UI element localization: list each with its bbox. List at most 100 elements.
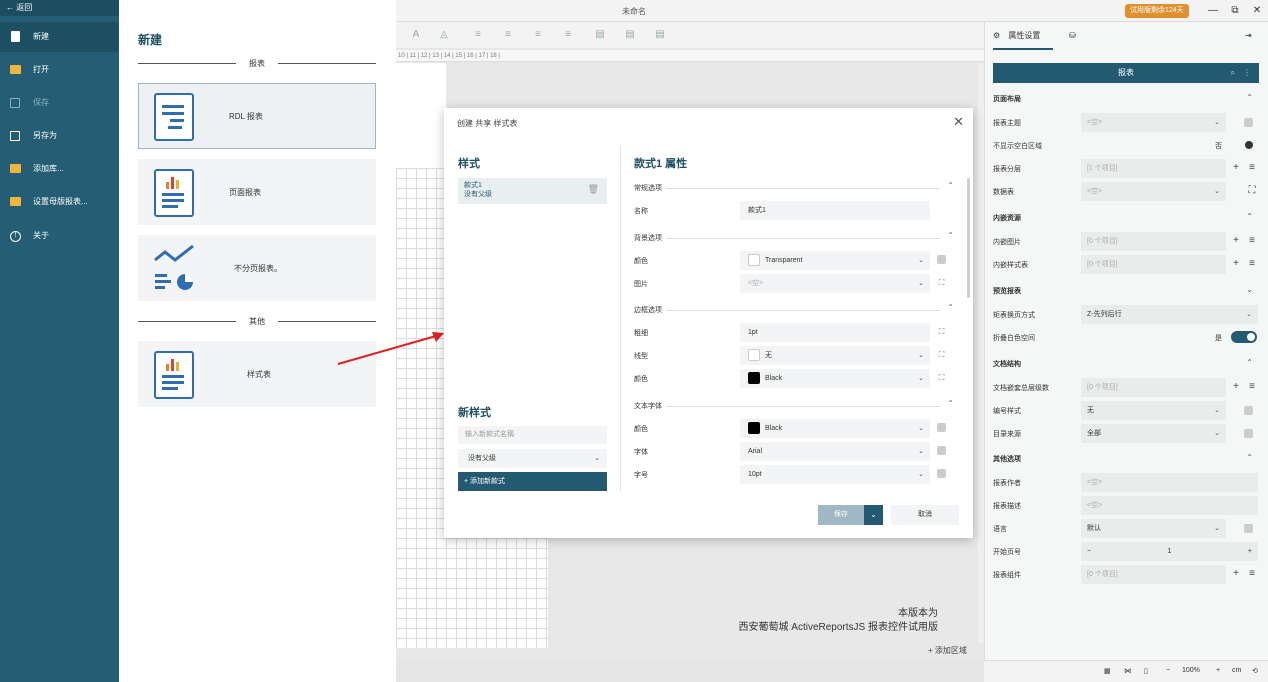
trash-icon[interactable]: 🗑 [588, 185, 599, 194]
expand-icon[interactable]: ⛶ [1246, 185, 1258, 197]
justify-icon[interactable]: ≡ [562, 29, 574, 41]
reset-dot-icon[interactable] [1244, 118, 1253, 127]
section-embedded[interactable]: 内嵌资源 ⌃ [993, 212, 1259, 225]
list-icon[interactable]: ≡ [1246, 235, 1258, 247]
expand-icon[interactable]: ⛶ [937, 350, 946, 359]
menu-save[interactable]: 保存 [0, 88, 119, 118]
save-button[interactable]: 保存 [818, 505, 864, 525]
fill-color-icon[interactable]: ◬ [438, 29, 450, 41]
minus-icon[interactable]: − [1087, 542, 1091, 561]
tab-properties[interactable]: ⚙ 属性设置 [993, 22, 1053, 50]
minimize-button[interactable]: — [1206, 4, 1220, 18]
plus-icon[interactable]: + [1230, 258, 1242, 270]
prop-font-size-select[interactable]: 10pt ⌄ [740, 465, 930, 484]
new-style-name-input[interactable]: 输入新款式名稱 [458, 426, 607, 444]
search-icon[interactable]: ⌕ [1231, 63, 1235, 83]
dialog-scrollbar[interactable] [967, 178, 970, 298]
reset-dot-icon[interactable] [1244, 524, 1253, 533]
prop-bgcolor-select[interactable]: Transparent ⌄ [740, 251, 930, 270]
menu-add-library[interactable]: 添加库... [0, 154, 119, 184]
zoom-in-button[interactable]: + [1216, 667, 1220, 674]
more-icon[interactable]: ⋮ [1243, 63, 1251, 83]
group-font[interactable]: 文本字体 ⌃ [634, 399, 954, 413]
reset-dot-icon[interactable] [937, 423, 946, 432]
prop-font-color-select[interactable]: Black ⌄ [740, 419, 930, 438]
prop-components-field[interactable]: [0 个项目] [1081, 565, 1226, 584]
group-border[interactable]: 边框选项 ⌃ [634, 303, 954, 317]
noblank-toggle[interactable] [1231, 139, 1257, 151]
align-center-icon[interactable]: ≡ [502, 29, 514, 41]
cancel-button[interactable]: 取消 [891, 505, 959, 525]
prop-startpage-stepper[interactable]: − 1 + [1081, 542, 1258, 561]
section-docstruct[interactable]: 文档结构 ⌃ [993, 358, 1259, 371]
add-style-button[interactable]: + 添加新款式 [458, 472, 607, 491]
save-options-button[interactable]: ⌄ [864, 505, 883, 525]
prop-images-field[interactable]: [0 个项目] [1081, 232, 1226, 251]
zoom-out-button[interactable]: − [1166, 667, 1170, 674]
selected-object-header[interactable]: 报表 ⌕ ⋮ [993, 63, 1259, 83]
plus-icon[interactable]: + [1230, 568, 1242, 580]
snap-toggle-icon[interactable]: ⋈ [1124, 667, 1131, 675]
prop-numstyle-select[interactable]: 无 ⌄ [1081, 401, 1226, 420]
prop-dataset-select[interactable]: <空> ⌄ [1081, 182, 1226, 201]
expand-icon[interactable]: ⛶ [937, 373, 946, 382]
reset-dot-icon[interactable] [1244, 406, 1253, 415]
group-background[interactable]: 背景选项 ⌃ [634, 231, 954, 245]
prop-pageorder-select[interactable]: Z-先列后行 ⌄ [1081, 305, 1258, 324]
plus-icon[interactable]: + [1230, 381, 1242, 393]
align-right-icon[interactable]: ≡ [532, 29, 544, 41]
expand-icon[interactable]: ⛶ [937, 327, 946, 336]
close-icon[interactable]: ✕ [953, 114, 964, 130]
align-left-icon[interactable]: ≡ [472, 29, 484, 41]
unit-select[interactable]: cm [1232, 667, 1241, 674]
parent-style-select[interactable]: 没有父级 ⌄ [458, 449, 607, 468]
expand-icon[interactable]: ⛶ [937, 278, 946, 287]
prop-layers-field[interactable]: [1 个项目] [1081, 159, 1226, 178]
section-preview[interactable]: 预览报表 ⌄ [993, 285, 1259, 298]
prop-description-input[interactable]: <空> [1081, 496, 1258, 515]
valign-middle-icon[interactable]: ▤ [624, 29, 636, 41]
list-icon[interactable]: ≡ [1246, 381, 1258, 393]
prop-language-select[interactable]: 默认 ⌄ [1081, 519, 1226, 538]
section-page-layout[interactable]: 页面布局 ⌃ [993, 93, 1259, 106]
grid-toggle-icon[interactable]: ▦ [1104, 667, 1111, 675]
list-icon[interactable]: ≡ [1246, 162, 1258, 174]
menu-about[interactable]: ! 关于 [0, 221, 119, 251]
valign-bottom-icon[interactable]: ▤ [654, 29, 666, 41]
plus-icon[interactable]: + [1230, 235, 1242, 247]
prop-stylesheets-field[interactable]: [0 个项目] [1081, 255, 1226, 274]
reset-dot-icon[interactable] [937, 469, 946, 478]
card-rdl-report[interactable]: RDL 报表 [138, 83, 376, 149]
trial-badge[interactable]: 试用版剩余124天 [1125, 4, 1189, 18]
prop-toclevels-field[interactable]: [0 个项目] [1081, 378, 1226, 397]
plus-icon[interactable]: + [1230, 162, 1242, 174]
collapse-toggle[interactable] [1231, 331, 1257, 343]
list-icon[interactable]: ≡ [1246, 258, 1258, 270]
prop-author-input[interactable]: <空> [1081, 473, 1258, 492]
ruler-toggle-icon[interactable]: ▯ [1144, 667, 1148, 675]
prop-theme-select[interactable]: <空> ⌄ [1081, 113, 1226, 132]
prop-tocsource-select[interactable]: 全部 ⌄ [1081, 424, 1226, 443]
prop-border-color-select[interactable]: Black ⌄ [740, 369, 930, 388]
tab-data[interactable]: ⛁ [1069, 22, 1089, 50]
valign-top-icon[interactable]: ▤ [594, 29, 606, 41]
list-icon[interactable]: ≡ [1246, 568, 1258, 580]
prop-name-input[interactable]: 款式1 [740, 201, 930, 220]
restore-button[interactable]: ⧉ [1228, 4, 1242, 18]
reset-dot-icon[interactable] [1244, 429, 1253, 438]
add-region-button[interactable]: + 添加区域 [928, 645, 967, 656]
prop-border-style-select[interactable]: 无 ⌄ [740, 346, 930, 365]
card-continuous-report[interactable]: 不分页报表。 [138, 235, 376, 301]
card-page-report[interactable]: 页面报表 [138, 159, 376, 225]
prop-image-select[interactable]: <空> ⌄ [740, 274, 930, 293]
prop-font-family-select[interactable]: Arial ⌄ [740, 442, 930, 461]
plus-icon[interactable]: + [1248, 542, 1252, 561]
style-list-item[interactable]: 款式1 没有父级 🗑 [458, 178, 607, 204]
menu-new[interactable]: 新建 [0, 22, 119, 52]
reset-zoom-icon[interactable]: ⟲ [1252, 667, 1258, 675]
reset-dot-icon[interactable] [937, 255, 946, 264]
menu-save-as[interactable]: 另存为 [0, 121, 119, 151]
back-button[interactable]: ← 返回 [0, 0, 119, 16]
section-other-options[interactable]: 其他选项 ⌃ [993, 453, 1259, 466]
close-window-button[interactable]: ✕ [1250, 4, 1264, 18]
